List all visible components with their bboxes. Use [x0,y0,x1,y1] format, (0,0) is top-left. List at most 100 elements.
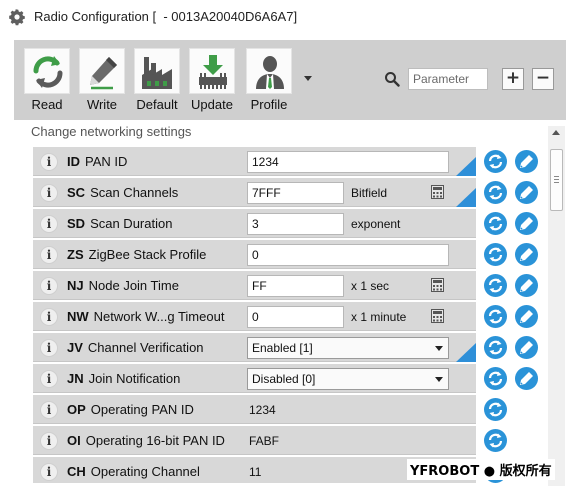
param-code: JV [67,340,83,355]
param-value-select[interactable]: Enabled [1] [247,337,449,359]
param-code: SD [67,216,86,231]
window-title: Radio Configuration [ - 0013A20040D6A6A7… [34,9,298,24]
read-label: Read [31,97,63,112]
param-name: Operating Channel [90,464,200,479]
section-header[interactable]: Change networking settings [31,124,191,139]
param-code: NW [67,309,89,324]
expand-all-button[interactable]: + [502,68,524,90]
refresh-icon [488,278,503,293]
pencil-icon [520,186,533,199]
param-code: JN [67,371,84,386]
collapse-all-button[interactable]: − [532,68,554,90]
param-name: Channel Verification [87,340,204,355]
read-param-button[interactable] [484,367,507,390]
refresh-icon [488,154,503,169]
write-param-button[interactable] [515,336,538,359]
read-param-button[interactable] [484,429,507,452]
read-param-button[interactable] [484,212,507,235]
param-row-jv: i JV Channel Verification Enabled [1] [33,333,543,364]
pencil-icon [520,341,533,354]
info-icon[interactable]: i [40,339,58,357]
write-param-button[interactable] [515,212,538,235]
write-param-button[interactable] [515,367,538,390]
changed-marker-icon [456,157,476,176]
chevron-down-icon [435,346,443,351]
param-row-oi: i OI Operating 16-bit PAN ID FABF [33,426,543,457]
calculator-icon[interactable] [431,278,444,292]
read-param-button[interactable] [484,181,507,204]
refresh-icon [488,247,503,262]
info-icon[interactable]: i [40,246,58,264]
write-button[interactable]: Write [79,48,125,118]
refresh-icon [488,340,503,355]
param-row-jn: i JN Join Notification Disabled [0] [33,364,543,395]
vertical-scrollbar[interactable] [548,126,565,486]
scroll-up-arrow-icon[interactable] [552,130,560,135]
write-param-button[interactable] [515,243,538,266]
changed-marker-icon [456,188,476,207]
param-name: ZigBee Stack Profile [88,247,207,262]
calculator-icon[interactable] [431,185,444,199]
update-icon [199,55,227,89]
calculator-icon[interactable] [431,309,444,323]
search-icon [385,72,400,87]
chevron-down-icon [435,377,443,382]
pencil-icon [520,279,533,292]
param-value-field[interactable]: FF [247,275,344,297]
info-icon[interactable]: i [40,308,58,326]
param-row-nj: i NJ Node Join Time FF x 1 sec [33,271,543,302]
param-name: Join Notification [88,371,181,386]
toolbar: Read Write Default Update Profile Parame… [14,40,566,120]
read-param-button[interactable] [484,305,507,328]
parameter-search-input[interactable] [408,68,488,90]
read-param-button[interactable] [484,243,507,266]
write-param-button[interactable] [515,274,538,297]
write-param-button[interactable] [515,181,538,204]
param-unit: x 1 sec [351,279,390,293]
param-name: Scan Channels [90,185,179,200]
info-icon[interactable]: i [40,184,58,202]
param-code: CH [67,464,86,479]
param-row-zs: i ZS ZigBee Stack Profile 0 [33,240,543,271]
write-label: Write [86,97,118,112]
pencil-icon [520,217,533,230]
param-readonly-value: FABF [249,434,280,448]
pencil-icon [520,310,533,323]
param-value-field[interactable]: 1234 [247,151,449,173]
info-icon[interactable]: i [40,277,58,295]
read-param-button[interactable] [484,336,507,359]
scroll-thumb[interactable] [550,149,563,211]
info-icon[interactable]: i [40,153,58,171]
read-param-button[interactable] [484,398,507,421]
info-icon[interactable]: i [40,401,58,419]
param-value-field[interactable]: 7FFF [247,182,344,204]
param-value-field[interactable]: 3 [247,213,344,235]
param-value-field[interactable]: 0 [247,244,449,266]
title-bar: Radio Configuration [ - 0013A20040D6A6A7… [0,0,573,38]
pencil-icon [520,372,533,385]
param-name: Node Join Time [88,278,179,293]
info-icon[interactable]: i [40,370,58,388]
update-label: Update [191,97,233,112]
write-param-button[interactable] [515,305,538,328]
param-unit: x 1 minute [351,310,407,324]
param-unit: exponent [351,217,401,231]
default-button[interactable]: Default [134,48,180,118]
refresh-icon [488,309,503,324]
read-param-button[interactable] [484,150,507,173]
read-param-button[interactable] [484,274,507,297]
param-value-select[interactable]: Disabled [0] [247,368,449,390]
param-value-field[interactable]: 0 [247,306,344,328]
info-icon[interactable]: i [40,215,58,233]
profile-dropdown-arrow[interactable] [304,76,312,81]
update-button[interactable]: Update [189,48,235,118]
gear-icon [9,9,25,26]
profile-button[interactable]: Profile [246,48,292,118]
pencil-icon [520,155,533,168]
read-button[interactable]: Read [24,48,70,118]
info-icon[interactable]: i [40,432,58,450]
info-icon[interactable]: i [40,463,58,481]
write-param-button[interactable] [515,150,538,173]
profile-icon [256,56,284,89]
profile-label: Profile [250,97,288,112]
